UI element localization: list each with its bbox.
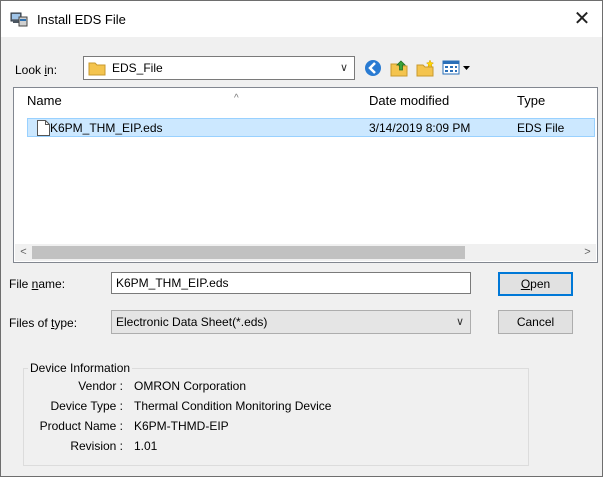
- file-icon: [37, 120, 50, 136]
- install-eds-dialog: Install EDS File ✕ Look in: EDS_File ∨ N…: [0, 0, 603, 477]
- open-button[interactable]: Open: [498, 272, 573, 296]
- column-header-type[interactable]: Type: [517, 88, 597, 114]
- files-of-type-value: Electronic Data Sheet(*.eds): [116, 315, 268, 329]
- file-date-cell: 3/14/2019 8:09 PM: [369, 121, 471, 135]
- back-icon[interactable]: [363, 58, 383, 78]
- title-bar: Install EDS File ✕: [1, 1, 602, 37]
- revision-value: 1.01: [134, 439, 158, 453]
- device-information-group: Device Information Vendor : OMRON Corpor…: [23, 361, 529, 466]
- product-name-value: K6PM-THMD-EIP: [134, 419, 229, 433]
- chevron-down-icon: ∨: [455, 316, 464, 328]
- new-folder-icon[interactable]: [415, 58, 435, 78]
- file-list[interactable]: Name ^ Date modified Type K6PM_THM_EIP.e…: [13, 87, 598, 263]
- files-of-type-label: Files of type:: [9, 316, 78, 330]
- file-name-input[interactable]: K6PM_THM_EIP.eds: [111, 272, 471, 294]
- window-title: Install EDS File: [37, 12, 126, 27]
- file-type-cell: EDS File: [517, 121, 565, 135]
- device-type-label: Device Type :: [50, 399, 123, 413]
- files-of-type-dropdown[interactable]: Electronic Data Sheet(*.eds) ∨: [111, 310, 471, 334]
- vendor-label: Vendor :: [78, 379, 123, 393]
- install-eds-icon: [10, 11, 28, 27]
- scrollbar-thumb[interactable]: [32, 246, 465, 259]
- cancel-button[interactable]: Cancel: [498, 310, 573, 334]
- file-name-label: File name:: [9, 277, 66, 291]
- up-folder-icon[interactable]: [389, 58, 409, 78]
- sort-caret-icon: ^: [234, 93, 239, 104]
- column-header-date-modified[interactable]: Date modified: [369, 88, 517, 114]
- group-title: Device Information: [28, 361, 133, 375]
- look-in-value: EDS_File: [112, 61, 163, 75]
- scroll-right-icon[interactable]: >: [579, 244, 596, 261]
- look-in-dropdown[interactable]: EDS_File ∨: [83, 56, 355, 80]
- scroll-left-icon[interactable]: <: [15, 244, 32, 261]
- vendor-value: OMRON Corporation: [134, 379, 247, 393]
- device-type-value: Thermal Condition Monitoring Device: [134, 399, 332, 413]
- look-in-label: Look in:: [15, 63, 58, 77]
- close-button[interactable]: ✕: [562, 1, 602, 37]
- revision-label: Revision :: [70, 439, 123, 453]
- file-name-cell: K6PM_THM_EIP.eds: [50, 121, 163, 135]
- horizontal-scrollbar[interactable]: < >: [15, 244, 596, 261]
- folder-icon: [88, 60, 106, 76]
- view-menu-icon[interactable]: [441, 58, 475, 78]
- file-row[interactable]: K6PM_THM_EIP.eds 3/14/2019 8:09 PM EDS F…: [27, 118, 595, 137]
- chevron-down-icon: ∨: [339, 62, 349, 74]
- product-name-label: Product Name :: [39, 419, 123, 433]
- column-header-name[interactable]: Name ^: [27, 88, 367, 114]
